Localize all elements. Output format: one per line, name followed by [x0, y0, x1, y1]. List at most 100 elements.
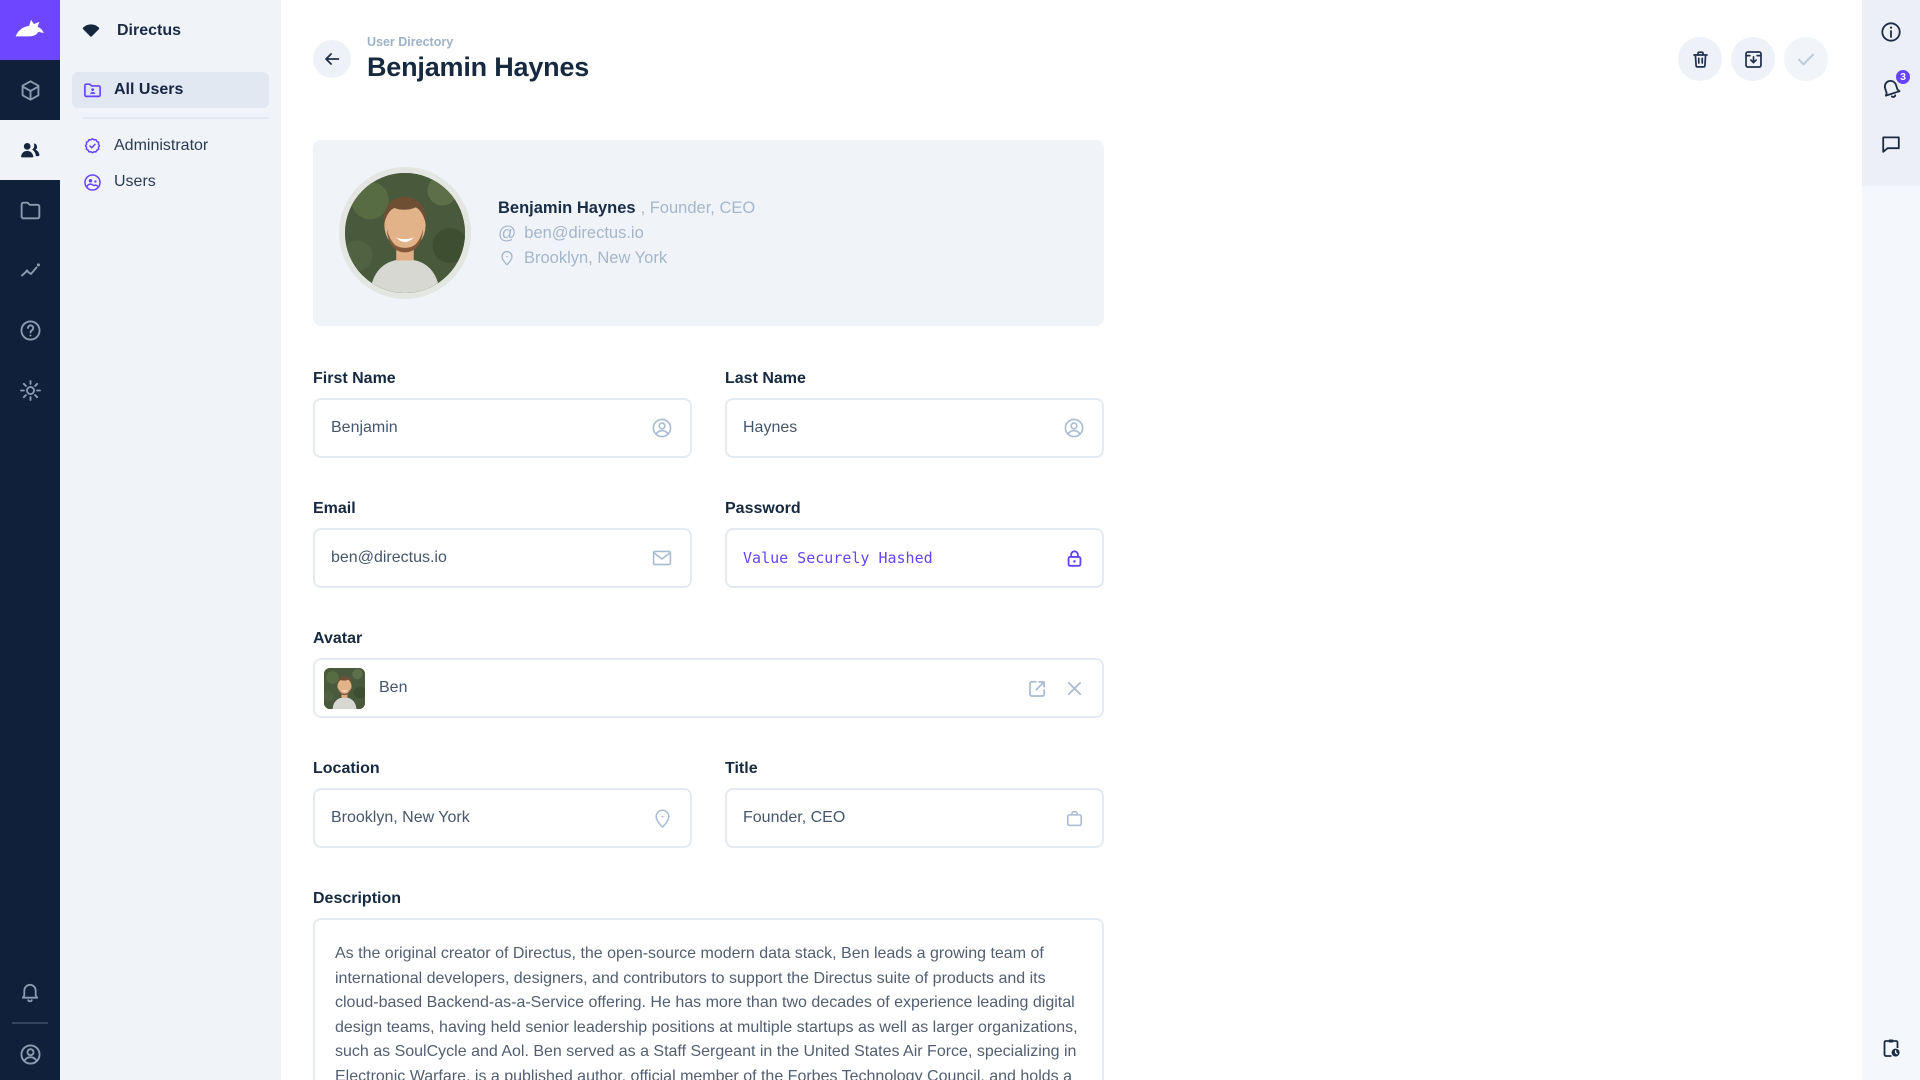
- trash-icon: [1689, 48, 1712, 71]
- revisions-button[interactable]: [1862, 1020, 1920, 1076]
- title-input[interactable]: [743, 809, 1053, 827]
- notifications-button[interactable]: [0, 966, 60, 1018]
- user-name-line: Benjamin Haynes, Founder, CEO: [498, 199, 755, 218]
- module-bar: [0, 0, 60, 1080]
- map-pin-icon: [498, 249, 516, 267]
- user-name: Benjamin Haynes: [498, 199, 636, 217]
- field-label: First Name: [313, 370, 692, 388]
- email-input-wrapper: [313, 528, 692, 588]
- project-fan-icon: [78, 18, 104, 44]
- module-user-directory[interactable]: [0, 120, 60, 180]
- field-label: Email: [313, 500, 692, 518]
- avatar-file-input[interactable]: Ben: [313, 658, 1104, 718]
- back-button[interactable]: [313, 40, 351, 78]
- sidebar-item-label: Administrator: [114, 137, 208, 155]
- archive-button[interactable]: [1731, 37, 1775, 81]
- field-label: Location: [313, 760, 692, 778]
- field-email: Email: [313, 500, 692, 588]
- user-location-line: Brooklyn, New York: [498, 249, 755, 268]
- info-button[interactable]: [1862, 4, 1920, 60]
- sidebar-item-label: Users: [114, 173, 156, 191]
- last-name-input[interactable]: [743, 419, 1052, 437]
- breadcrumb[interactable]: User Directory: [367, 35, 589, 49]
- field-label: Last Name: [725, 370, 1104, 388]
- info-icon: [1879, 20, 1903, 44]
- title-input-wrapper: [725, 788, 1104, 848]
- comments-button[interactable]: [1862, 116, 1920, 172]
- field-label: Title: [725, 760, 1104, 778]
- location-input-wrapper: [313, 788, 692, 848]
- module-bar-bottom: [0, 966, 60, 1080]
- field-label: Avatar: [313, 630, 1104, 648]
- module-documentation[interactable]: [0, 300, 60, 360]
- sidebar-item-administrator[interactable]: Administrator: [72, 128, 269, 164]
- divider: [12, 1022, 48, 1024]
- sidebar-item-all-users[interactable]: All Users: [72, 72, 269, 108]
- page-title: Benjamin Haynes: [367, 52, 589, 83]
- clipboard-clock-icon: [1879, 1036, 1903, 1060]
- first-name-input-wrapper: [313, 398, 692, 458]
- page-header: User Directory Benjamin Haynes: [281, 0, 1862, 108]
- account-circle-icon: [1062, 416, 1086, 440]
- directus-logo[interactable]: [0, 0, 60, 60]
- title-block: User Directory Benjamin Haynes: [367, 35, 589, 83]
- account-circle-icon: [18, 1042, 43, 1067]
- module-settings[interactable]: [0, 360, 60, 420]
- save-button[interactable]: [1784, 37, 1828, 81]
- field-avatar: Avatar Ben: [313, 630, 1104, 718]
- briefcase-icon: [1063, 807, 1086, 830]
- notification-badge: 3: [1894, 68, 1912, 86]
- insights-icon: [18, 258, 43, 283]
- field-title: Title: [725, 760, 1104, 848]
- folder-user-icon: [82, 80, 103, 101]
- gear-icon: [18, 378, 43, 403]
- archive-icon: [1742, 48, 1765, 71]
- field-label: Password: [725, 500, 1104, 518]
- description-textarea[interactable]: As the original creator of Directus, the…: [313, 918, 1104, 1080]
- email-input[interactable]: [331, 549, 640, 567]
- project-switcher[interactable]: Directus: [60, 0, 281, 62]
- field-description: Description As the original creator of D…: [313, 890, 1104, 1080]
- user-email: ben@directus.io: [524, 224, 643, 243]
- sidebar-item-label: All Users: [114, 81, 183, 99]
- clear-avatar-button[interactable]: [1063, 677, 1086, 700]
- sidebar-item-users[interactable]: Users: [72, 164, 269, 200]
- comment-icon: [1879, 132, 1903, 156]
- field-password: Password: [725, 500, 1104, 588]
- module-file-library[interactable]: [0, 180, 60, 240]
- user-email-line: @ ben@directus.io: [498, 224, 755, 243]
- help-icon: [18, 318, 43, 343]
- account-button[interactable]: [0, 1028, 60, 1080]
- open-file-button[interactable]: [1026, 677, 1049, 700]
- rabbit-logo-icon: [13, 13, 47, 47]
- user-location: Brooklyn, New York: [524, 249, 667, 268]
- users-circle-icon: [82, 172, 103, 193]
- map-pin-icon: [651, 807, 674, 830]
- password-input-wrapper: [725, 528, 1104, 588]
- field-location: Location: [313, 760, 692, 848]
- project-name: Directus: [117, 22, 181, 40]
- verified-badge-icon: [82, 136, 103, 157]
- right-sidebar: 3: [1862, 0, 1920, 1080]
- password-input[interactable]: [743, 549, 1053, 567]
- field-first-name: First Name: [313, 370, 692, 458]
- sidebar-bottom-group: [1862, 1020, 1920, 1080]
- account-circle-icon: [650, 416, 674, 440]
- bell-icon: [18, 980, 42, 1004]
- open-in-new-icon: [1026, 677, 1049, 700]
- at-icon: @: [498, 224, 516, 242]
- location-input[interactable]: [331, 809, 641, 827]
- user-avatar-photo: [339, 167, 471, 299]
- people-icon: [17, 137, 43, 163]
- box-icon: [18, 78, 43, 103]
- first-name-input[interactable]: [331, 419, 640, 437]
- module-content[interactable]: [0, 60, 60, 120]
- delete-button[interactable]: [1678, 37, 1722, 81]
- user-form: First Name Last Name: [313, 370, 1104, 1080]
- item-detail-content: Benjamin Haynes, Founder, CEO @ ben@dire…: [281, 108, 1104, 1080]
- avatar-thumbnail: [324, 668, 365, 709]
- notifications-drawer-button[interactable]: 3: [1862, 60, 1920, 116]
- module-insights[interactable]: [0, 240, 60, 300]
- main-content: User Directory Benjamin Haynes: [281, 0, 1862, 1080]
- check-icon: [1794, 47, 1818, 71]
